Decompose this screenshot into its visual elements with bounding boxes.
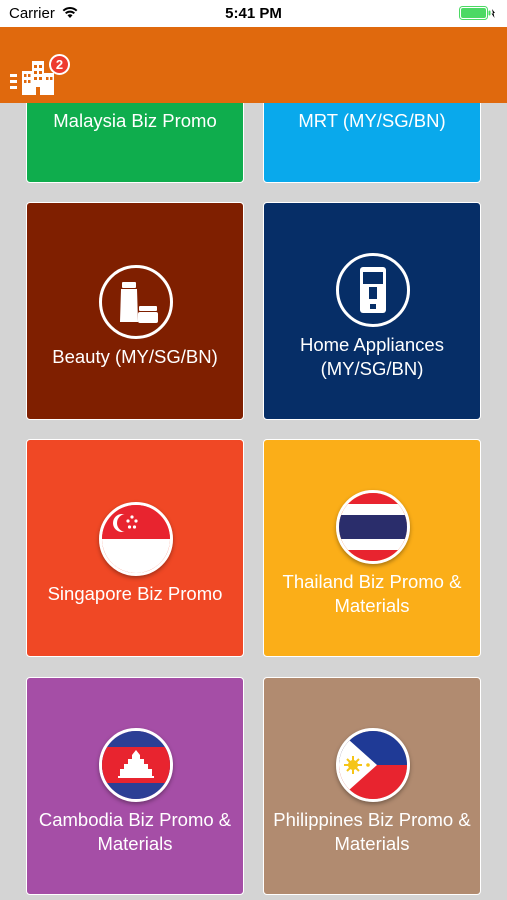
tile-thailand-biz-promo[interactable]: Thailand Biz Promo & Materials	[263, 439, 481, 657]
tile-label: Cambodia Biz Promo & Materials	[38, 809, 232, 854]
cambodia-flag-icon	[99, 728, 173, 802]
notification-badge: 2	[49, 54, 70, 75]
tile-mrt[interactable]: MRT (MY/SG/BN)	[263, 103, 481, 183]
category-grid: Malaysia Biz Promo MRT (MY/SG/BN) Beauty…	[0, 103, 507, 900]
tile-label: Malaysia Biz Promo	[53, 110, 217, 131]
tile-label: Thailand Biz Promo & Materials	[282, 571, 462, 616]
tile-label: Singapore Biz Promo	[47, 583, 223, 604]
tile-malaysia-biz-promo[interactable]: Malaysia Biz Promo	[26, 103, 244, 183]
menu-button[interactable]: 2	[10, 54, 72, 99]
appliance-icon	[336, 253, 410, 327]
tile-singapore-biz-promo[interactable]: Singapore Biz Promo	[26, 439, 244, 657]
tile-label: MRT (MY/SG/BN)	[298, 110, 446, 131]
tile-beauty[interactable]: Beauty (MY/SG/BN)	[26, 202, 244, 420]
cosmetics-icon	[99, 265, 173, 339]
tile-label: Philippines Biz Promo & Materials	[273, 809, 471, 854]
tile-label: Home Appliances (MY/SG/BN)	[300, 334, 444, 379]
tile-philippines-biz-promo[interactable]: Philippines Biz Promo & Materials	[263, 677, 481, 895]
tile-cambodia-biz-promo[interactable]: Cambodia Biz Promo & Materials	[26, 677, 244, 895]
battery-icon	[459, 6, 495, 20]
clock: 5:41 PM	[225, 5, 282, 22]
thailand-flag-icon	[336, 490, 410, 564]
philippines-flag-icon	[336, 728, 410, 802]
tile-home-appliances[interactable]: Home Appliances (MY/SG/BN)	[263, 202, 481, 420]
tile-label: Beauty (MY/SG/BN)	[52, 346, 218, 367]
app-bar: 2	[0, 27, 507, 103]
singapore-flag-icon	[99, 502, 173, 576]
status-bar: Carrier 5:41 PM	[0, 0, 507, 27]
